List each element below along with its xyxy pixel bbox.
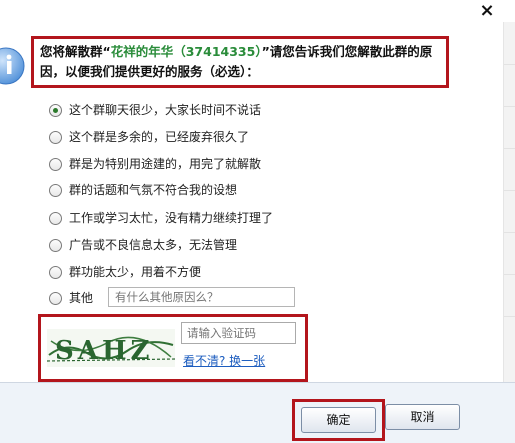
reason-option[interactable]: 工作或学习太忙，没有精力继续打理了: [49, 210, 489, 228]
reason-label: 这个群是多余的，已经废弃很久了: [69, 130, 250, 144]
dialog-title-bar: ×: [0, 0, 515, 22]
captcha-image[interactable]: SAHZ: [46, 329, 176, 367]
reason-option[interactable]: 广告或不良信息太多，无法管理: [49, 237, 489, 255]
reason-label-other: 其他: [69, 291, 94, 305]
reason-radio[interactable]: [49, 239, 62, 252]
captcha-box: SAHZ 看不清? 换一张: [38, 314, 308, 382]
message-prefix: 您将解散群“: [40, 44, 111, 59]
reason-option[interactable]: 群功能太少，用着不方便: [49, 264, 489, 282]
reason-radio[interactable]: [49, 266, 62, 279]
reason-option[interactable]: 群的话题和气氛不符合我的设想: [49, 182, 489, 200]
reason-option[interactable]: 这个群是多余的，已经废弃很久了: [49, 129, 489, 147]
dissolve-message: 您将解散群“花祥的年华（37414335）”请您告诉我们您解散此群的原因，以便我…: [40, 42, 442, 82]
captcha-input[interactable]: [181, 322, 296, 344]
reason-radio[interactable]: [49, 292, 62, 305]
reason-label: 群的话题和气氛不符合我的设想: [69, 183, 238, 197]
group-id: （37414335）: [173, 44, 262, 59]
info-icon: [0, 46, 26, 86]
group-name: 花祥的年华: [110, 44, 174, 59]
captcha-text: SAHZ: [55, 336, 154, 366]
reason-option[interactable]: 群是为特别用途建的，用完了就解散: [49, 156, 489, 174]
reason-radio[interactable]: [49, 104, 62, 117]
reason-radio[interactable]: [49, 158, 62, 171]
dialog-footer: 确定 取消: [0, 382, 515, 443]
refresh-captcha-link[interactable]: 看不清? 换一张: [183, 352, 265, 369]
reason-label: 这个群聊天很少，大家长时间不说话: [69, 103, 262, 117]
reason-radio[interactable]: [49, 212, 62, 225]
reason-option[interactable]: 这个群聊天很少，大家长时间不说话: [49, 102, 489, 120]
reason-radio[interactable]: [49, 184, 62, 197]
reason-label: 广告或不良信息太多，无法管理: [69, 238, 238, 252]
reason-label: 群是为特别用途建的，用完了就解散: [69, 157, 262, 171]
reason-label: 群功能太少，用着不方便: [69, 265, 202, 279]
other-reason-input[interactable]: [108, 287, 295, 307]
right-scroll-strip: [503, 22, 515, 382]
ok-button-highlight: 确定: [292, 399, 385, 441]
close-button[interactable]: ×: [477, 1, 497, 21]
cancel-button[interactable]: 取消: [385, 404, 460, 430]
reason-radio[interactable]: [49, 131, 62, 144]
ok-button[interactable]: 确定: [301, 407, 376, 433]
dissolve-message-box: 您将解散群“花祥的年华（37414335）”请您告诉我们您解散此群的原因，以便我…: [31, 36, 449, 88]
reason-label: 工作或学习太忙，没有精力继续打理了: [69, 211, 274, 225]
